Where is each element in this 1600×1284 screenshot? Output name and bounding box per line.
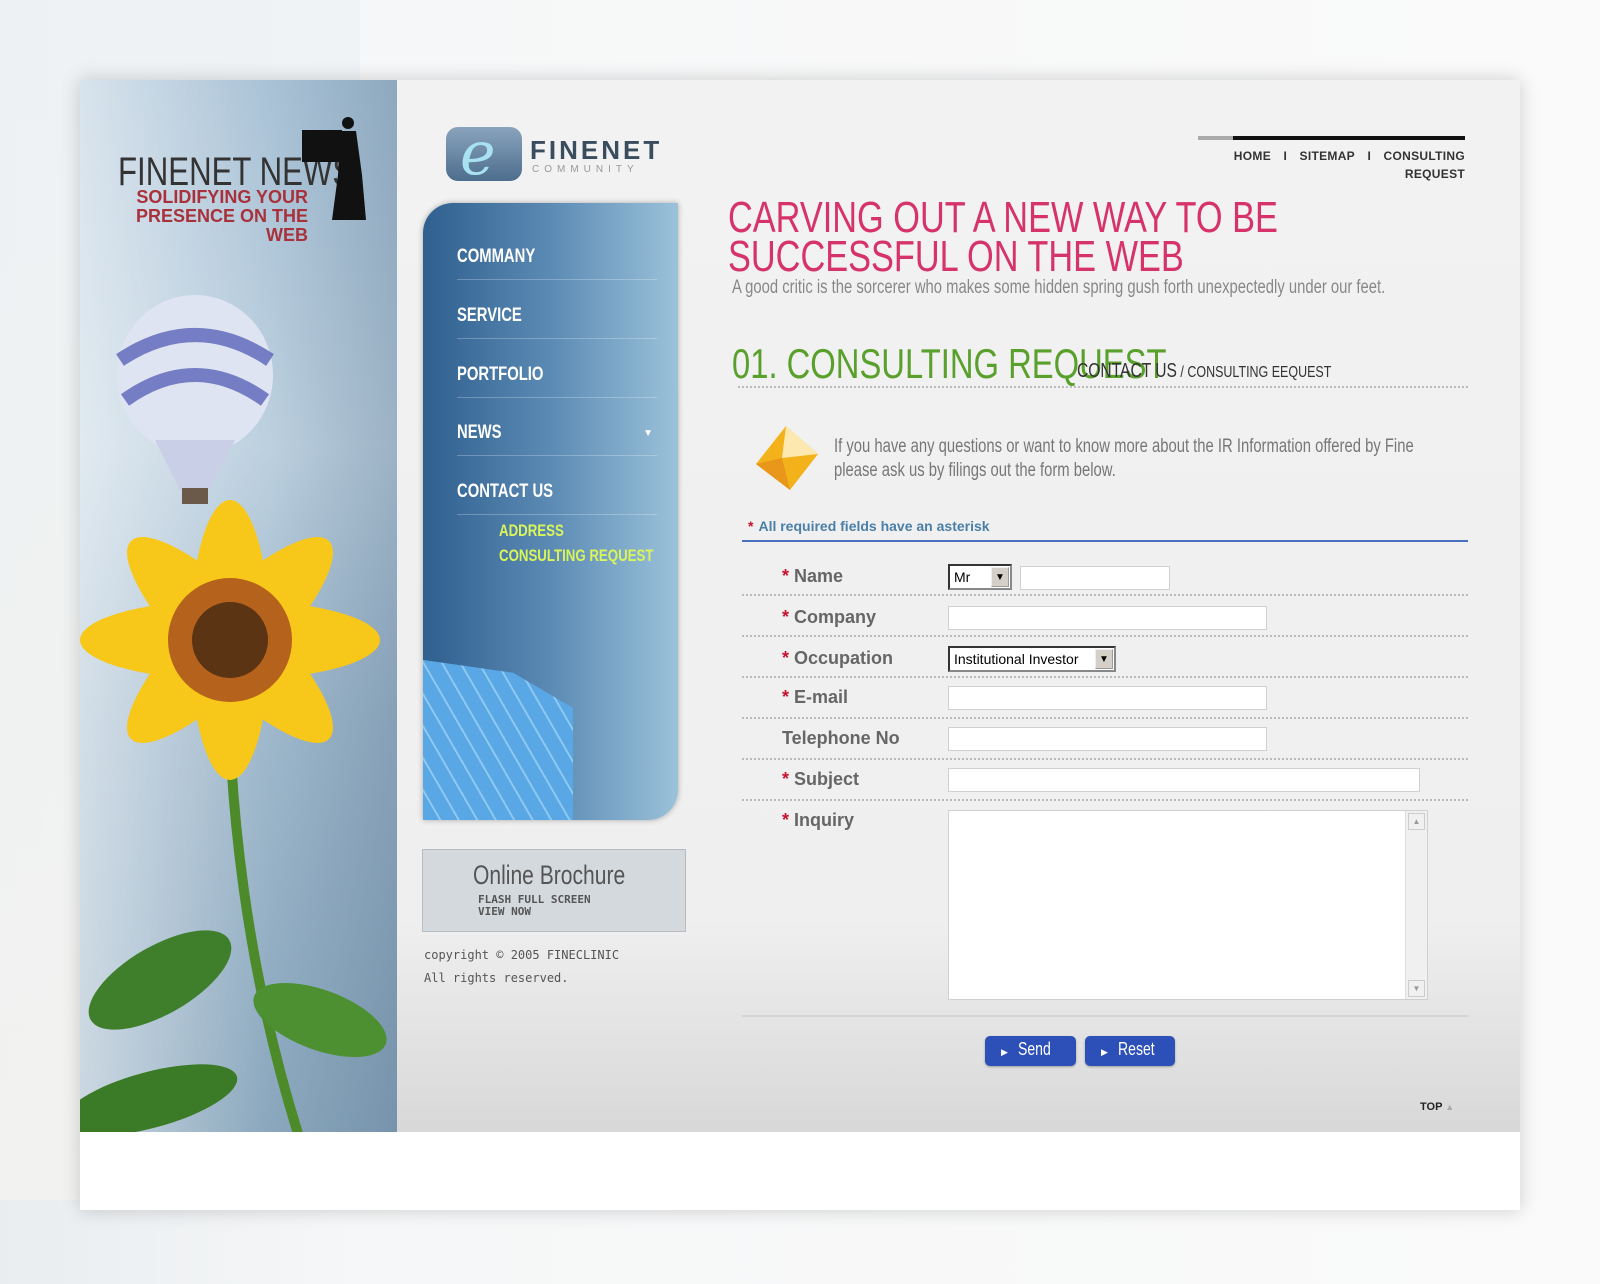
- logo-badge[interactable]: e: [446, 119, 522, 189]
- label-email: * E-mail: [782, 687, 849, 707]
- email-input[interactable]: [948, 686, 1267, 710]
- logo-subtext: COMMUNITY: [532, 164, 639, 175]
- label-name: * Name: [782, 566, 844, 586]
- nav-item-contact-us[interactable]: CONTACT US: [457, 481, 657, 515]
- dropdown-arrow-icon: ▼: [1095, 649, 1113, 669]
- balloon-image: [116, 295, 274, 504]
- nav-sub-consulting-request[interactable]: CONSULTING REQUEST: [499, 546, 678, 566]
- envelope-icon: [756, 426, 818, 490]
- topnav-bar: [1198, 136, 1465, 140]
- scrollbar[interactable]: ▲ ▼: [1405, 811, 1427, 999]
- company-input[interactable]: [948, 606, 1267, 630]
- label-company: * Company: [782, 607, 877, 627]
- name-input[interactable]: [1020, 566, 1170, 590]
- inquiry-textarea[interactable]: ▲ ▼: [948, 810, 1428, 1000]
- hero-photo-column: FINENET NEWS SOLIDIFYING YOUR PRESENCE ON…: [80, 80, 397, 1132]
- sunflower-image: [80, 500, 387, 1132]
- row-divider: [742, 758, 1468, 760]
- dropdown-arrow-icon: ▼: [991, 567, 1009, 587]
- topnav-sitemap[interactable]: SITEMAP: [1300, 149, 1355, 163]
- reset-button[interactable]: ▶ Reset: [1085, 1036, 1175, 1066]
- telephone-input[interactable]: [948, 727, 1267, 751]
- scroll-down-icon[interactable]: ▼: [1408, 980, 1425, 997]
- form-top-line: [742, 540, 1468, 542]
- label-occupation: * Occupation: [782, 648, 894, 668]
- logo-text: FINENET: [530, 135, 663, 165]
- topnav-home[interactable]: HOME: [1234, 149, 1271, 163]
- section-breadcrumb: CONTACT US / CONSULTING EEQUEST: [1077, 360, 1332, 382]
- intro-text: If you have any questions or want to kno…: [834, 436, 1414, 481]
- section-divider: [738, 386, 1468, 388]
- headline-quote: A good critic is the sorcerer who makes …: [732, 277, 1386, 298]
- online-brochure-button[interactable]: Online Brochure FLASH FULL SCREEN VIEW N…: [422, 849, 686, 932]
- title-select[interactable]: Mr ▼: [948, 564, 1012, 590]
- back-to-top-link[interactable]: TOP ▲: [1420, 1101, 1454, 1113]
- side-tagline: SOLIDIFYING YOUR PRESENCE ON THE WEB: [135, 187, 308, 245]
- send-button[interactable]: ▶ Send: [985, 1036, 1076, 1066]
- form-bottom-line: [742, 1015, 1468, 1017]
- occupation-select[interactable]: Institutional Investor ▼: [948, 646, 1116, 672]
- top-nav: HOME I SITEMAP I CONSULTING REQUEST: [1233, 149, 1465, 181]
- brochure-line-2: VIEW NOW: [478, 905, 531, 918]
- label-telephone: Telephone No: [782, 728, 900, 748]
- arrow-right-icon: ▶: [1001, 1047, 1008, 1057]
- brochure-title: Online Brochure: [473, 860, 626, 890]
- row-divider: [742, 799, 1468, 801]
- row-divider: [742, 635, 1468, 637]
- subject-input[interactable]: [948, 768, 1420, 792]
- page-card: FINENET NEWS SOLIDIFYING YOUR PRESENCE ON…: [80, 80, 1520, 1210]
- label-subject: * Subject: [782, 769, 860, 789]
- nav-sub-address[interactable]: ADDRESS: [499, 521, 582, 541]
- arrow-right-icon: ▶: [1101, 1047, 1108, 1057]
- presenter-silhouette: [302, 117, 366, 220]
- row-divider: [742, 594, 1468, 596]
- logo-e-glyph: e: [460, 119, 496, 189]
- required-note: * All required fields have an asterisk: [748, 518, 990, 534]
- headline: CARVING OUT A NEW WAY TO BE SUCCESSFUL O…: [728, 193, 1278, 281]
- scroll-up-icon[interactable]: ▲: [1408, 813, 1425, 830]
- row-divider: [742, 676, 1468, 678]
- nav-item-commany[interactable]: COMMANY: [457, 246, 657, 280]
- nav-item-news[interactable]: NEWS ▼: [457, 422, 657, 456]
- sidebar-nav: COMMANY SERVICE PORTFOLIO NEWS ▼ CONTACT…: [423, 203, 678, 820]
- nav-item-portfolio[interactable]: PORTFOLIO: [457, 364, 657, 398]
- row-divider: [742, 717, 1468, 719]
- copyright: copyright © 2005 FINECLINIC All rights re…: [424, 948, 620, 985]
- main-area: FINENET NEWS SOLIDIFYING YOUR PRESENCE ON…: [80, 80, 1520, 1132]
- label-inquiry: * Inquiry: [782, 810, 855, 830]
- chevron-down-icon: ▼: [643, 428, 653, 439]
- topnav-consulting-request[interactable]: CONSULTING REQUEST: [1384, 149, 1465, 181]
- triangle-up-icon: ▲: [1445, 1102, 1455, 1112]
- building-image: [423, 660, 573, 820]
- nav-item-service[interactable]: SERVICE: [457, 305, 657, 339]
